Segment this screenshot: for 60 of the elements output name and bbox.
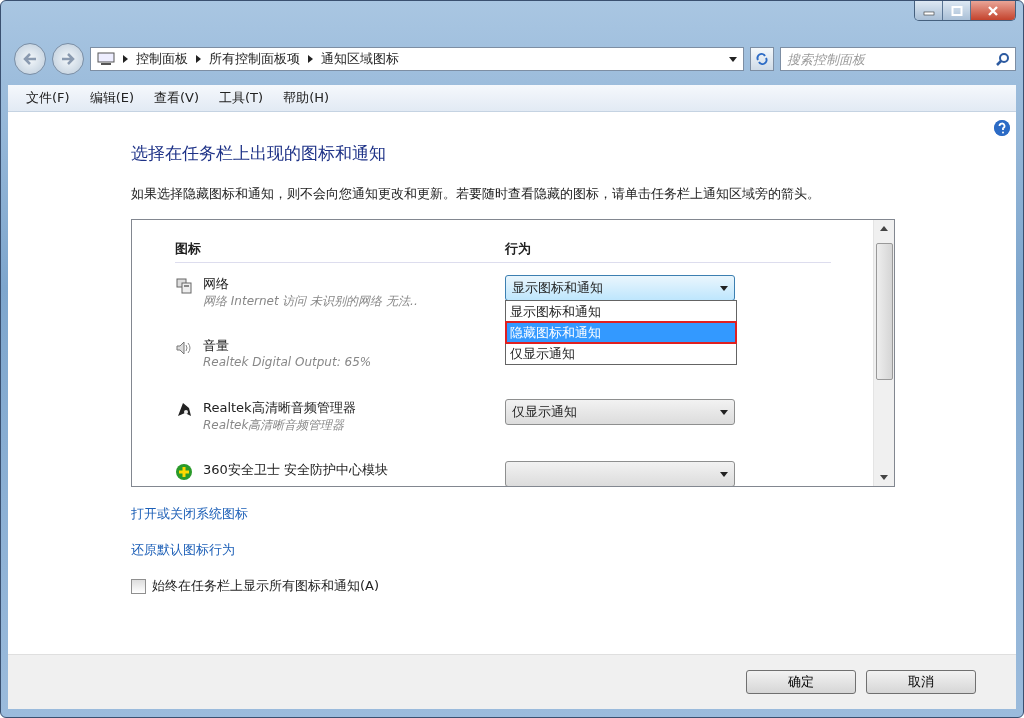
search-icon [996, 52, 1010, 66]
maximize-button[interactable] [943, 1, 971, 20]
caret-icon[interactable] [729, 56, 737, 62]
speaker-icon [175, 339, 193, 357]
breadcrumb[interactable]: 所有控制面板项 [209, 50, 300, 68]
behavior-dropdown[interactable] [505, 461, 735, 486]
link[interactable]: 打开或关闭系统图标 [131, 505, 248, 523]
scroll-down-icon[interactable] [880, 475, 888, 480]
close-icon [987, 5, 999, 16]
search-field[interactable]: 搜索控制面板 [780, 47, 1016, 71]
item-name: 音量 [203, 337, 230, 355]
chevron-icon [123, 55, 128, 63]
behavior-dropdown[interactable]: 仅显示通知 [505, 399, 735, 425]
menu-item[interactable]: 帮助(H) [283, 89, 330, 107]
dialog-button[interactable]: 确定 [746, 670, 856, 694]
refresh-icon [755, 52, 769, 66]
back-button[interactable] [14, 43, 46, 75]
back-arrow-icon [23, 53, 37, 65]
chevron-icon [196, 55, 201, 63]
address-bar[interactable]: 控制面板 所有控制面板项 通知区域图标 [90, 47, 744, 71]
column-header: 行为 [505, 240, 532, 258]
menu-item[interactable]: 查看(V) [154, 89, 200, 107]
caret-icon [720, 285, 728, 291]
menu-item[interactable]: 文件(F) [26, 89, 70, 107]
help-icon[interactable] [994, 120, 1010, 136]
dialog-button[interactable]: 取消 [866, 670, 976, 694]
item-name: Realtek高清晰音频管理器 [203, 399, 356, 417]
item-description: Realtek Digital Output: 65% [203, 355, 372, 369]
refresh-button[interactable] [750, 47, 774, 71]
chevron-icon [308, 55, 313, 63]
description-text: 如果选择隐藏图标和通知，则不会向您通知更改和更新。若要随时查看隐藏的图标，请单击任务栏上通知区域旁的箭头。 [131, 185, 821, 203]
maximize-icon [950, 5, 963, 16]
checkbox[interactable] [131, 578, 146, 594]
forward-arrow-icon [61, 53, 75, 65]
breadcrumb[interactable]: 通知区域图标 [321, 50, 399, 68]
plus-circle-icon [175, 463, 193, 481]
dropdown-option[interactable]: 仅显示通知 [506, 343, 736, 364]
behavior-dropdown[interactable]: 显示图标和通知 [505, 275, 735, 301]
computer-icon [175, 277, 193, 295]
speaker-blob-icon [175, 401, 193, 419]
forward-button[interactable] [52, 43, 84, 75]
caret-icon [720, 471, 728, 477]
dropdown-option[interactable]: 显示图标和通知 [506, 301, 736, 322]
link[interactable]: 还原默认图标行为 [131, 541, 235, 559]
menu-item[interactable]: 编辑(E) [89, 89, 134, 107]
computer-icon [97, 52, 115, 66]
scroll-up-icon[interactable] [880, 226, 888, 231]
caret-icon [720, 409, 728, 415]
item-description: 网络 Internet 访问 未识别的网络 无法.. [203, 293, 418, 310]
item-name: 网络 [203, 275, 230, 293]
item-name: 360安全卫士 安全防护中心模块 [203, 461, 388, 479]
breadcrumb[interactable]: 控制面板 [136, 50, 188, 68]
minimize-button[interactable] [915, 1, 943, 20]
close-button[interactable] [971, 1, 1015, 20]
item-description: Realtek高清晰音频管理器 [203, 417, 346, 434]
checkbox-label[interactable]: 始终在任务栏上显示所有图标和通知(A) [152, 577, 380, 595]
menu-item[interactable]: 工具(T) [219, 89, 264, 107]
page-heading: 选择在任务栏上出现的图标和通知 [131, 142, 387, 165]
scrollbar[interactable] [873, 220, 894, 486]
column-header: 图标 [175, 240, 202, 258]
